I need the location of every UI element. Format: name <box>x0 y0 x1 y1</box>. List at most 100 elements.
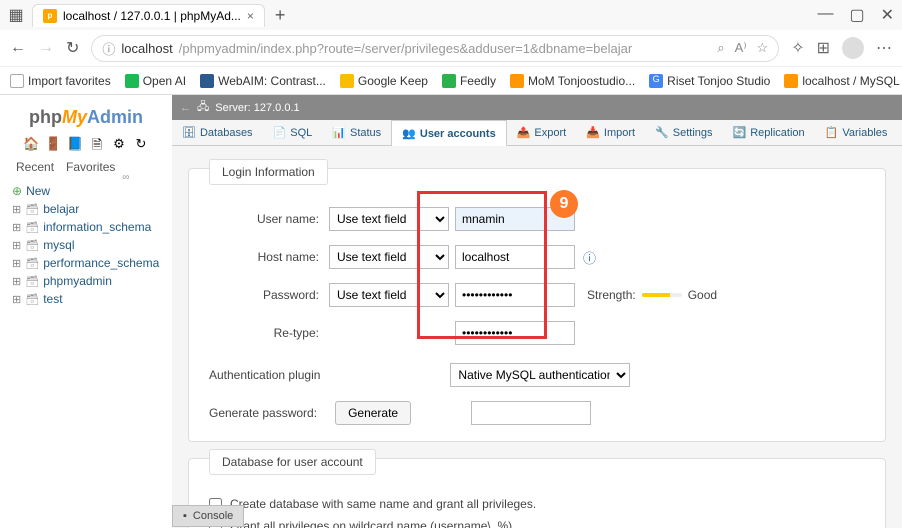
url-path: /phpmyadmin/index.php?route=/server/priv… <box>179 41 632 56</box>
close-window-icon[interactable]: ✕ <box>881 5 894 25</box>
docs-icon[interactable]: 📘 <box>67 136 83 152</box>
site-info-icon[interactable]: ⓘ <box>102 39 115 58</box>
generate-button[interactable]: Generate <box>335 401 411 425</box>
bookmark-feedly[interactable]: Feedly <box>442 74 496 88</box>
profile-avatar[interactable] <box>842 37 864 59</box>
tab-user-accounts[interactable]: 👥User accounts <box>391 120 507 146</box>
settings-icon[interactable]: ⚙ <box>111 136 127 152</box>
bookmark-keep[interactable]: Google Keep <box>340 74 428 88</box>
refresh-button[interactable]: ↻ <box>66 38 79 58</box>
forward-button[interactable]: → <box>38 39 54 57</box>
server-icon: 🖧 <box>197 98 209 117</box>
minimize-icon[interactable]: — <box>817 5 833 25</box>
db-panel-legend: Database for user account <box>209 449 376 475</box>
replication-icon: 🔄 <box>733 126 747 139</box>
database-icon: 🗃 <box>25 221 39 234</box>
expand-icon[interactable]: ⊞ <box>12 275 21 288</box>
console-toggle[interactable]: ▪Console <box>172 505 244 527</box>
collections-icon[interactable]: ⊞ <box>817 38 830 58</box>
new-database-link[interactable]: ⊕New <box>12 182 164 200</box>
help-icon[interactable]: ⓘ <box>583 248 596 267</box>
sidebar-tab-favorites[interactable]: Favorites <box>66 160 115 174</box>
window-menu-icon[interactable]: ▦ <box>8 7 24 23</box>
database-icon: 🗃 <box>25 203 39 216</box>
expand-icon[interactable]: ⊞ <box>12 257 21 270</box>
collapse-left-icon[interactable]: ← <box>180 102 191 114</box>
database-icon: 🗃 <box>25 275 39 288</box>
export-icon: 📤 <box>517 126 531 139</box>
bookmark-icon <box>125 74 139 88</box>
tab-favicon-icon: p <box>43 9 57 23</box>
login-legend: Login Information <box>209 159 328 185</box>
db-item-belajar[interactable]: ⊞🗃belajar <box>12 200 164 218</box>
db-item-performance-schema[interactable]: ⊞🗃performance_schema <box>12 254 164 272</box>
home-icon[interactable]: 🏠 <box>23 136 39 152</box>
username-label: User name: <box>209 212 329 226</box>
password-label: Password: <box>209 288 329 302</box>
bookmark-openai[interactable]: Open AI <box>125 74 186 88</box>
login-info-panel: Login Information 9 User name: Use text … <box>188 168 886 442</box>
bookmark-icon: G <box>649 74 663 88</box>
logout-icon[interactable]: 🚪 <box>45 136 61 152</box>
console-icon: ▪ <box>183 510 187 522</box>
tab-replication[interactable]: 🔄Replication <box>723 120 815 145</box>
expand-icon[interactable]: ⊞ <box>12 221 21 234</box>
bookmark-icon <box>200 74 214 88</box>
tab-sql[interactable]: 📄SQL <box>263 120 323 145</box>
new-tab-button[interactable]: + <box>265 5 296 26</box>
import-icon: 📥 <box>586 126 600 139</box>
maximize-icon[interactable]: ▢ <box>849 5 864 25</box>
bookmark-icon <box>340 74 354 88</box>
generated-password-input[interactable] <box>471 401 591 425</box>
bookmark-localhost[interactable]: localhost / MySQL /... <box>784 74 902 88</box>
favorite-star-icon[interactable]: ☆ <box>757 40 769 56</box>
variables-icon: 📋 <box>825 126 839 139</box>
close-tab-icon[interactable]: × <box>247 9 254 23</box>
tab-databases[interactable]: 🗄Databases <box>172 120 263 145</box>
expand-icon[interactable]: ⊞ <box>12 239 21 252</box>
db-item-phpmyadmin[interactable]: ⊞🗃phpmyadmin <box>12 272 164 290</box>
bookmark-import[interactable]: Import favorites <box>10 74 111 88</box>
new-icon: ⊕ <box>12 184 22 198</box>
main-tabs: 🗄Databases 📄SQL 📊Status 👥User accounts 📤… <box>172 120 902 146</box>
phpmyadmin-logo[interactable]: phpMyAdmin <box>8 103 164 132</box>
db-item-test[interactable]: ⊞🗃test <box>12 290 164 308</box>
browser-tab[interactable]: p localhost / 127.0.0.1 | phpMyAd... × <box>32 4 265 27</box>
server-label[interactable]: Server: 127.0.0.1 <box>215 102 299 114</box>
status-icon: 📊 <box>332 126 346 139</box>
tab-import[interactable]: 📥Import <box>576 120 645 145</box>
bookmark-webaim[interactable]: WebAIM: Contrast... <box>200 74 326 88</box>
extensions-icon[interactable]: ✧ <box>791 38 804 58</box>
auth-plugin-select[interactable]: Native MySQL authentication <box>450 363 630 387</box>
tab-more[interactable]: ▾Mo <box>897 120 902 145</box>
strength-label: Strength: <box>587 288 636 302</box>
tab-variables[interactable]: 📋Variables <box>815 120 898 145</box>
expand-icon[interactable]: ⊞ <box>12 203 21 216</box>
bookmark-icon <box>784 74 798 88</box>
back-button[interactable]: ← <box>10 39 26 57</box>
sql-tab-icon: 📄 <box>273 126 287 139</box>
create-db-label: Create database with same name and grant… <box>230 497 536 511</box>
tab-settings[interactable]: 🔧Settings <box>645 120 722 145</box>
tab-status[interactable]: 📊Status <box>322 120 391 145</box>
sql-icon[interactable]: 🗎 <box>89 136 105 152</box>
auth-plugin-label: Authentication plugin <box>209 368 450 382</box>
expand-icon[interactable]: ⊞ <box>12 293 21 306</box>
bookmark-riset[interactable]: GRiset Tonjoo Studio <box>649 74 770 88</box>
annotation-highlight: 9 <box>417 191 547 339</box>
retype-label: Re-type: <box>209 326 329 340</box>
database-icon: 🗃 <box>25 257 39 270</box>
reload-icon[interactable]: ↻ <box>133 136 149 152</box>
sidebar-tab-recent[interactable]: Recent <box>16 160 54 174</box>
search-icon[interactable]: ⌕ <box>717 40 724 56</box>
bookmark-mom[interactable]: MoM Tonjoostudio... <box>510 74 635 88</box>
more-menu-icon[interactable]: ⋯ <box>876 38 892 58</box>
db-item-mysql[interactable]: ⊞🗃mysql <box>12 236 164 254</box>
tab-export[interactable]: 📤Export <box>507 120 577 145</box>
hostname-label: Host name: <box>209 250 329 264</box>
read-aloud-icon[interactable]: A⁾ <box>735 40 747 56</box>
address-bar[interactable]: ⓘ localhost/phpmyadmin/index.php?route=/… <box>91 35 779 62</box>
generate-label: Generate password: <box>209 406 335 420</box>
db-item-information-schema[interactable]: ⊞🗃information_schema <box>12 218 164 236</box>
url-host: localhost <box>121 41 172 56</box>
